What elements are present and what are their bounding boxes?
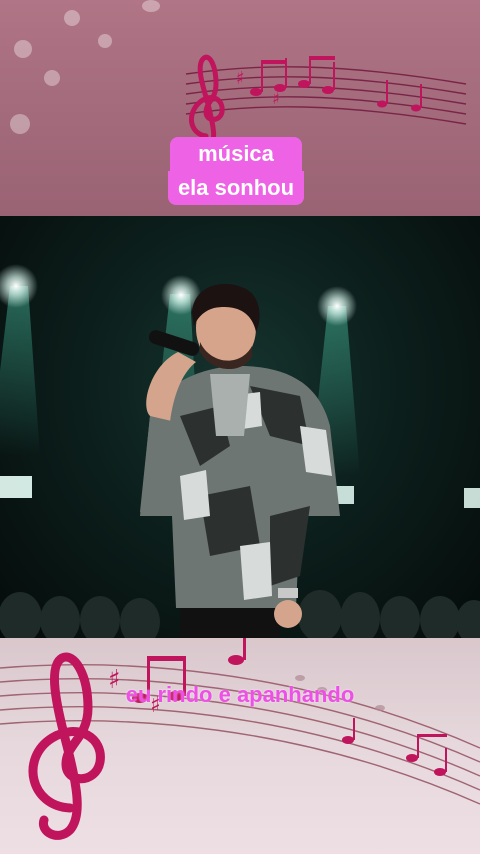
bokeh-dot: [44, 70, 60, 86]
title-line-1: música: [170, 137, 302, 171]
stage-scene-illustration: [0, 264, 480, 638]
title-line-2: ela sonhou: [167, 171, 305, 205]
bokeh-dot: [142, 0, 160, 12]
video-frame: [0, 216, 480, 638]
top-decorative-band: ♯ ♯ música ela sonhou: [0, 0, 480, 216]
lyrics-caption: eu rindo e apanhando: [125, 682, 355, 707]
svg-text:♯: ♯: [236, 68, 245, 89]
bottom-decorative-band: ♯ ♯: [0, 638, 480, 854]
bokeh-dot: [10, 114, 30, 134]
treble-clef-music-notes-icon: ♯ ♯: [0, 638, 480, 840]
bokeh-dot: [98, 34, 112, 48]
bokeh-dot: [14, 40, 32, 58]
song-title-overlay: música ela sonhou: [154, 128, 318, 214]
svg-text:♯: ♯: [272, 89, 280, 108]
bokeh-dot: [64, 10, 80, 26]
